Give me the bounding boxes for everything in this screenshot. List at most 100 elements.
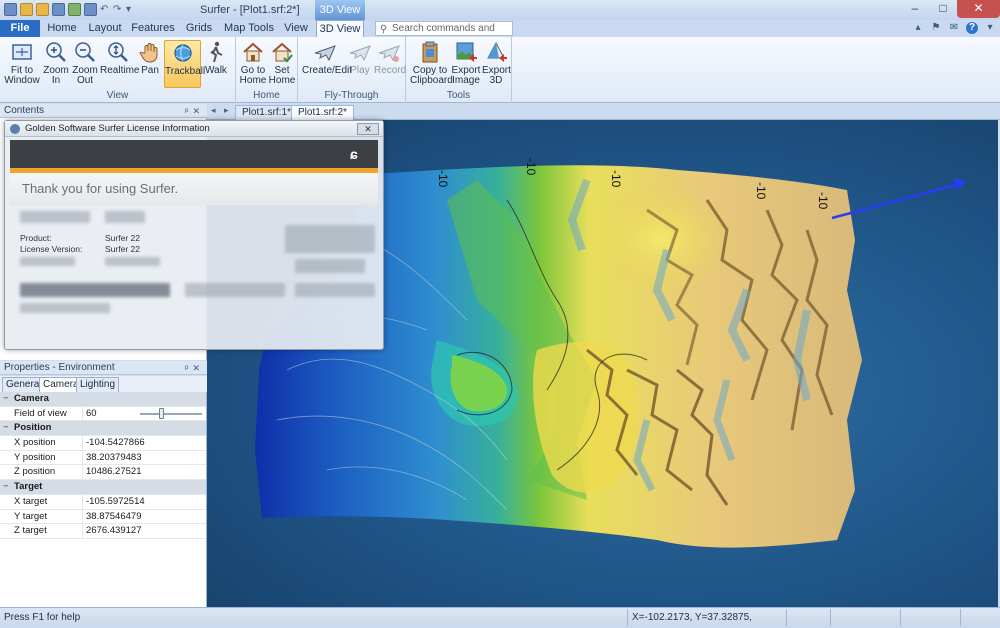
customize-qat-icon[interactable]: ▾ <box>126 3 136 16</box>
license-info-dialog[interactable]: Golden Software Surfer License Informati… <box>4 120 384 350</box>
redo-icon[interactable]: ↷ <box>113 3 123 16</box>
doc-tab-label: Plot1.srf:1* <box>242 107 291 118</box>
search-icon: ⚲ <box>380 24 388 35</box>
minimize-ribbon-icon[interactable]: ▴ <box>912 22 924 34</box>
ribbon-options-icon[interactable]: ▾ <box>984 22 996 34</box>
category-position[interactable]: Position <box>0 421 206 437</box>
walk-button[interactable]: Walk <box>203 40 229 88</box>
export-3d-button[interactable]: Export 3D <box>482 40 511 88</box>
create-edit-flythrough-button[interactable]: Create/Edit <box>302 40 352 88</box>
export-3d-icon <box>487 41 507 62</box>
property-row-z-target[interactable]: Z target 2676.439127 <box>0 524 206 539</box>
properties-pane-header: Properties - Environment ᵖ✕ <box>0 361 207 375</box>
ribbon-group-fly-through-label: Fly-Through <box>324 90 379 101</box>
fit-to-window-button[interactable]: Fit to Window <box>4 40 40 88</box>
field-of-view-slider-track[interactable] <box>140 412 202 415</box>
product-value: Surfer 22 <box>105 233 140 243</box>
record-flythrough-button[interactable]: Record <box>374 40 406 88</box>
x-position-value[interactable]: -104.5427866 <box>82 436 206 451</box>
export-image-icon <box>456 42 477 62</box>
trackball-label: Trackball <box>165 66 206 77</box>
tab-scroll-left-icon[interactable]: ◂ <box>211 105 216 116</box>
fit-window-icon <box>12 44 32 60</box>
trackball-icon <box>173 44 192 62</box>
property-row-y-position[interactable]: Y position 38.20379483 <box>0 450 206 466</box>
flag-icon[interactable]: ⚑ <box>930 22 942 34</box>
zoom-in-label2: In <box>51 75 61 86</box>
zoom-out-button[interactable]: Zoom Out <box>71 40 99 88</box>
property-row-x-position[interactable]: X position -104.5427866 <box>0 436 206 451</box>
export-3d-label2: 3D <box>489 75 503 86</box>
tab-file[interactable]: File <box>0 20 40 37</box>
property-label: Y position <box>14 451 56 463</box>
undo-icon[interactable]: ↶ <box>100 3 110 16</box>
license-dialog-close-button[interactable]: ✕ <box>357 123 379 135</box>
status-divider <box>960 609 961 626</box>
maximize-button[interactable]: □ <box>929 0 957 18</box>
export-image-label2: Image <box>452 75 480 86</box>
property-row-z-position[interactable]: Z position 10486.27521 <box>0 465 206 481</box>
properties-pane-buttons: ᵖ✕ <box>185 361 204 375</box>
z-position-value[interactable]: 10486.27521 <box>82 465 206 480</box>
app-icon[interactable] <box>4 3 17 16</box>
ribbon-group-view-label: View <box>106 90 129 101</box>
ribbon-group-home-label: Home <box>253 90 280 101</box>
copy-to-clipboard-button[interactable]: Copy to Clipboard <box>410 40 453 88</box>
tab-lighting[interactable]: Lighting <box>76 377 120 392</box>
ribbon-group-view: Fit to Window Zoom In Zoom Out Realtime … <box>0 37 236 103</box>
category-target[interactable]: Target <box>0 480 206 495</box>
tab-3d-view[interactable]: 3D View <box>316 20 364 38</box>
field-of-view-slider-thumb[interactable] <box>159 407 164 419</box>
property-row-x-target[interactable]: X target -105.5972514 <box>0 494 206 510</box>
property-row-y-target[interactable]: Y target 38.87546479 <box>0 509 206 525</box>
axis-label-2: -10 <box>524 158 538 176</box>
close-icon[interactable]: ✕ <box>192 363 204 373</box>
tab-map-tools[interactable]: Map Tools <box>222 20 276 37</box>
tab-view[interactable]: View <box>280 20 312 37</box>
zoom-in-button[interactable]: Zoom In <box>42 40 70 88</box>
property-row-field-of-view[interactable]: Field of view 60 <box>0 406 206 422</box>
doc-tab-plot1-1[interactable]: Plot1.srf:1* <box>235 105 298 120</box>
y-position-value[interactable]: 38.20379483 <box>82 450 206 465</box>
search-commands-input[interactable]: ⚲Search commands and Help... <box>375 21 513 47</box>
play-flythrough-button[interactable]: Play <box>348 40 372 88</box>
save-as-icon[interactable] <box>68 3 81 16</box>
feedback-icon[interactable]: ✉ <box>948 22 960 34</box>
close-button[interactable]: ✕ <box>957 0 1000 18</box>
tab-scroll-right-icon[interactable]: ▸ <box>224 105 229 116</box>
redacted-field <box>20 257 75 266</box>
walk-icon <box>210 41 223 63</box>
save-icon[interactable] <box>52 3 65 16</box>
airplane-edit-icon <box>314 45 336 62</box>
zoom-out-icon <box>75 42 95 62</box>
z-target-value[interactable]: 2676.439127 <box>82 524 206 539</box>
x-target-value[interactable]: -105.5972514 <box>82 494 206 509</box>
pan-button[interactable]: Pan <box>138 40 162 88</box>
print-icon[interactable] <box>84 3 97 16</box>
tab-home[interactable]: Home <box>44 20 80 37</box>
y-target-value[interactable]: 38.87546479 <box>82 509 206 524</box>
minimize-button[interactable]: – <box>901 0 929 18</box>
zoom-realtime-button[interactable]: Realtime <box>100 40 139 88</box>
axis-label-4: -10 <box>754 182 768 200</box>
trackball-button[interactable]: Trackball <box>164 40 205 88</box>
redacted-field <box>20 283 170 297</box>
go-to-home-button[interactable]: Go to Home <box>238 40 268 88</box>
close-icon[interactable]: ✕ <box>192 106 204 116</box>
new-file-icon[interactable] <box>20 3 33 16</box>
set-home-button[interactable]: Set Home <box>268 40 296 88</box>
axis-label-5: -10 <box>816 192 830 210</box>
ribbon-group-fly-through: Create/Edit Play Record Fly-Through <box>298 37 406 103</box>
tab-layout[interactable]: Layout <box>84 20 126 37</box>
doc-tab-plot1-2[interactable]: Plot1.srf:2* <box>291 105 354 120</box>
axis-label-3: -10 <box>609 170 623 188</box>
ribbon: Fit to Window Zoom In Zoom Out Realtime … <box>0 37 1000 103</box>
tab-features[interactable]: Features <box>130 20 176 37</box>
category-camera[interactable]: Camera <box>0 392 206 407</box>
help-icon[interactable]: ? <box>966 22 978 34</box>
export-image-button[interactable]: Export Image <box>451 40 481 88</box>
ribbon-tab-row: File Home Layout Features Grids Map Tool… <box>0 20 1000 47</box>
tab-grids[interactable]: Grids <box>182 20 216 37</box>
airplane-record-icon <box>378 45 400 62</box>
open-folder-icon[interactable] <box>36 3 49 16</box>
